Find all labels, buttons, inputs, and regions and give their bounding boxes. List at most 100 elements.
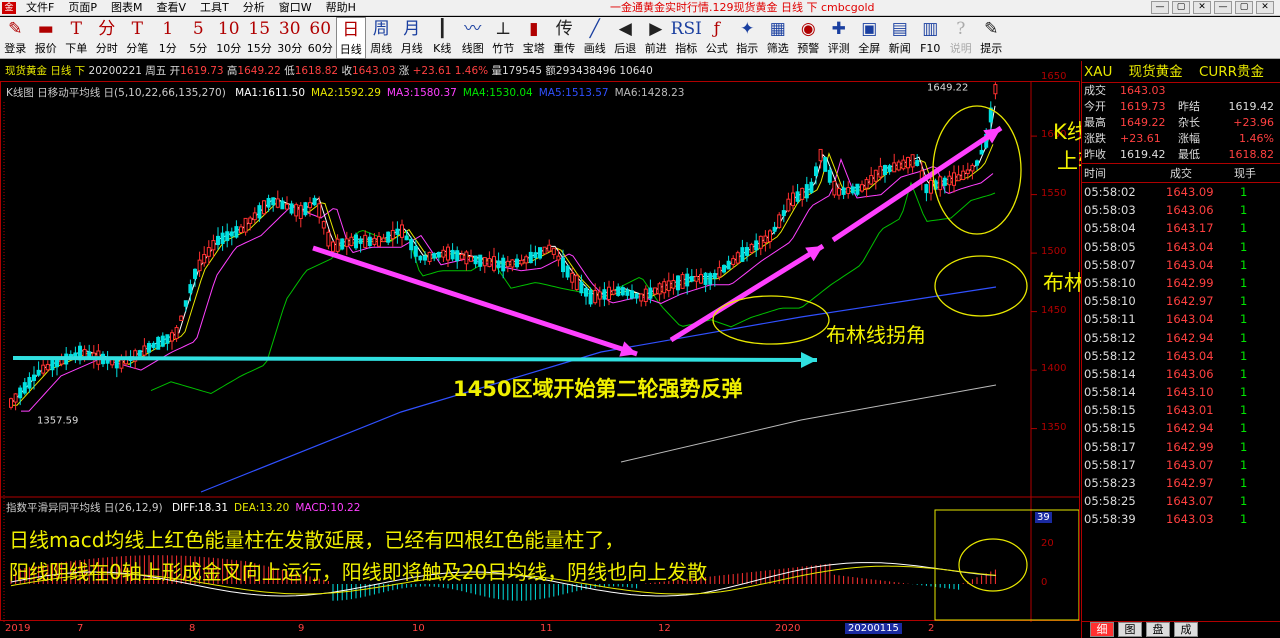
toolbar-weekly-button[interactable]: 周周线 [366,17,397,59]
ticks-list[interactable]: 05:58:02 1643.09 1 05:58:03 1643.06 1 05:58:04… [1082,183,1280,529]
toolbar-indicator-button[interactable]: RSI 指标 [671,17,702,59]
candle-body [901,159,906,170]
candle-body [630,290,634,299]
tick-time: 05:58:11 [1084,312,1136,327]
toolbar-monthly-button[interactable]: 月月线 [397,17,428,59]
toolbar-kline-button[interactable]: ┃ K线 [427,17,458,59]
toolbar-f10-button[interactable]: ▥ F10 [915,17,946,59]
candle-body [487,258,492,268]
window-controls: — ▢ ✕ — ▢ ✕ [1151,1,1274,14]
highlight-ellipse-band [934,255,1028,317]
toolbar-alert-button[interactable]: ◉ 预警 [793,17,824,59]
tick-time: 05:58:04 [1084,221,1136,236]
toolbar-reload-button[interactable]: 传重传 [549,17,580,59]
toolbar-ticks-button[interactable]: T 分笔 [122,17,153,59]
menu-item-3[interactable]: 查看V [156,1,186,15]
toolbar-help-button[interactable]: ? 说明 [946,17,977,59]
toolbar-timeshare-button[interactable]: 分分时 [92,17,123,59]
window-button-1[interactable]: ▢ [1172,1,1190,14]
menu-item-4[interactable]: 工具T [200,1,229,15]
candle-body [22,382,27,394]
window-button-4[interactable]: ▢ [1235,1,1253,14]
60min-icon: 60 [309,19,332,39]
symbol-category: CURR贵金 [1198,64,1265,80]
toolbar-daily-button[interactable]: 日日线 [335,17,366,59]
toolbar-news-button[interactable]: ▤ 新闻 [885,17,916,59]
quote-tab-2[interactable]: 盘 [1146,622,1170,637]
toolbar-order-button[interactable]: T 下单 [61,17,92,59]
toolbar-5min-button[interactable]: 5 5分 [183,17,214,59]
menu-item-7[interactable]: 帮助H [326,1,356,15]
toolbar-linechart-button[interactable]: 〰线图 [458,17,489,59]
toolbar-fullscreen-button[interactable]: ▣ 全屏 [854,17,885,59]
quote-tab-1[interactable]: 图 [1118,622,1142,637]
price-tick-label: 1550 [1041,187,1067,199]
candle-body [841,187,846,195]
toolbar-tower-button[interactable]: ▮ 宝塔 [519,17,550,59]
window-button-3[interactable]: — [1214,1,1232,14]
candle-body [740,247,745,262]
candle-body [942,177,947,186]
candle-body [653,287,657,295]
menu-item-5[interactable]: 分析 [243,1,265,15]
candle-body [827,169,832,183]
toolbar-10min-button[interactable]: 10 10分 [214,17,245,59]
kline-chart[interactable]: 1649.22 1357.59 K线图 日移动平均线 日(5,10,22,66,1… [0,71,1214,622]
ma-legend-item: MA6:1428.23 [614,87,685,99]
formula-icon: ƒ [713,19,720,39]
window-button-5[interactable]: ✕ [1256,1,1274,14]
candle-body [556,255,561,261]
tick-row: 05:58:10 1642.97 1 [1082,292,1280,310]
toolbar-1min-button[interactable]: 1 1分 [153,17,184,59]
open-interest: 10640 [619,65,653,77]
toolbar-forward-button[interactable]: ▶ 前进 [641,17,672,59]
change-value: +23.61 [412,65,452,77]
candle-body [262,200,266,215]
window-button-0[interactable]: — [1151,1,1169,14]
candle-body [722,264,726,273]
candle-body [317,203,322,218]
tick-row: 05:58:11 1643.04 1 [1082,310,1280,328]
tick-time: 05:58:25 [1084,494,1136,509]
toolbar-filter-button[interactable]: ▦ 筛选 [763,17,794,59]
toolbar-back-button[interactable]: ◀ 后退 [610,17,641,59]
candle-body [216,235,220,246]
symbol-cn-name: 现货黄金 [1128,64,1183,80]
quote-value: 1619.42 [1120,148,1166,161]
toolbar-60min-button[interactable]: 60 60分 [305,17,336,59]
menu-item-0[interactable]: 文件F [26,1,54,15]
candle-body [676,275,680,291]
quote-tab-0[interactable]: 细 [1090,622,1114,637]
toolbar-15min-button[interactable]: 15 15分 [244,17,275,59]
toolbar-login-button[interactable]: ✎ 登录 [0,17,31,59]
candle-body [45,363,50,371]
menu-item-1[interactable]: 页面P [68,1,97,15]
quote-tab-3[interactable]: 成 [1174,622,1198,637]
menu-bar: 文件F 页面P 图表M 查看V 工具T 分析 窗口W 帮助H [26,1,356,15]
candle-body [781,210,786,217]
tick-price: 1643.07 [1166,494,1214,509]
toolbar-bamboo-button[interactable]: ⊥ 竹节 [488,17,519,59]
quote-row: 今开 1619.73 昨结 1619.42 [1082,99,1280,115]
toolbar-formula-button[interactable]: ƒ 公式 [702,17,733,59]
tick-time: 05:58:03 [1084,203,1136,218]
toolbar-tips-button[interactable]: ✎ 提示 [976,17,1007,59]
window-button-2[interactable]: ✕ [1193,1,1211,14]
tick-price: 1643.04 [1166,257,1214,272]
quote-icon: ▬ [37,19,54,39]
toolbar-draw-button[interactable]: ╱ 画线 [580,17,611,59]
candle-body [55,358,59,368]
toolbar-quote-button[interactable]: ▬ 报价 [31,17,62,59]
candle-body [372,237,377,245]
menu-item-6[interactable]: 窗口W [279,1,312,15]
toolbar-label: 30分 [277,42,303,55]
toolbar-label: 下单 [65,42,88,55]
toolbar-label: 报价 [34,42,57,55]
toolbar-evaluate-button[interactable]: ✚ 评测 [824,17,855,59]
toolbar-30min-button[interactable]: 30 30分 [275,17,306,59]
toolbar-hint-button[interactable]: ✦ 指示 [732,17,763,59]
menu-item-2[interactable]: 图表M [111,1,143,15]
candle-body [41,364,46,374]
tick-row: 05:58:15 1642.94 1 [1082,419,1280,437]
candle-body [768,230,772,243]
